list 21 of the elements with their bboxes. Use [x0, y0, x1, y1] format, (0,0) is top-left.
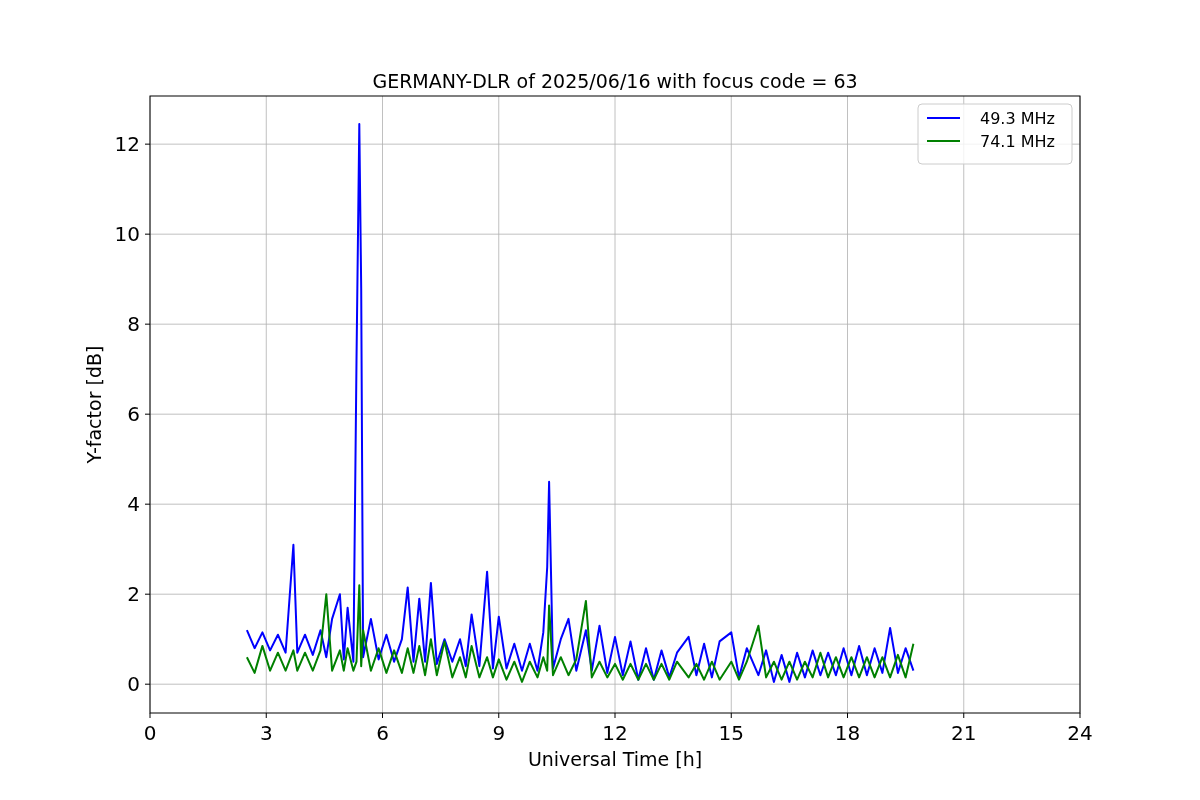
tick-label: 0 — [127, 672, 140, 697]
tick-label: 3 — [259, 721, 273, 745]
tick-label: 4 — [127, 492, 140, 517]
tick-label: 0 — [143, 721, 157, 745]
tick-label: 6 — [127, 402, 140, 427]
tick-label: 6 — [376, 721, 389, 745]
tick-label: 12 — [602, 721, 628, 745]
tick-label: 10 — [114, 222, 140, 247]
axis-label: Universal Time [h] — [527, 748, 703, 770]
tick-label: 9 — [492, 721, 506, 745]
legend-label: 49.3 MHz — [980, 109, 1055, 128]
tick-label: 2 — [127, 582, 140, 607]
tick-label: 21 — [951, 721, 977, 745]
tick-label: 24 — [1067, 721, 1093, 745]
tick-label: 15 — [718, 721, 744, 745]
tick-label: 8 — [127, 312, 140, 337]
tick-label: 12 — [114, 132, 140, 157]
chart-title: GERMANY-DLR of 2025/06/16 with focus code = 63 — [372, 70, 858, 92]
tick-label: 18 — [834, 721, 861, 745]
legend-label: 74.1 MHz — [980, 132, 1055, 151]
axis-label: Y-factor [dB] — [83, 345, 105, 464]
